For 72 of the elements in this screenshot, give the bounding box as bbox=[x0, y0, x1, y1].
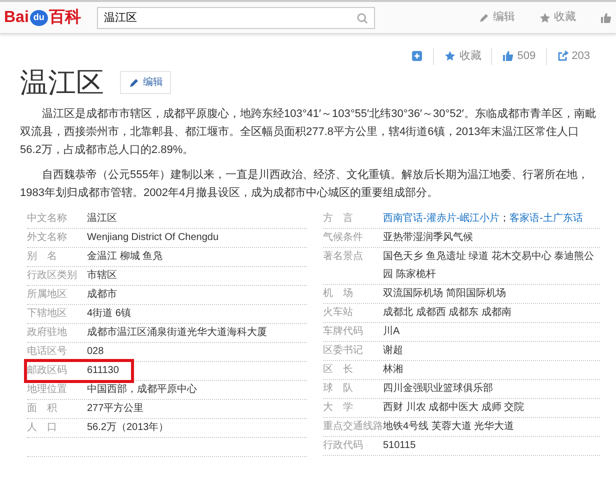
field-label: 行政区类别 bbox=[27, 268, 78, 282]
field-value: 川A bbox=[383, 326, 400, 336]
logo-text: 百科 bbox=[48, 8, 81, 28]
field-label: 面 积 bbox=[27, 402, 58, 416]
field-value: Wenjiang District Of Chengdu bbox=[87, 232, 219, 242]
plus-icon[interactable] bbox=[411, 50, 424, 62]
field-value: 4街道 6镇 bbox=[87, 308, 131, 318]
header-link[interactable]: 收藏 bbox=[539, 9, 576, 26]
field-label: 区 长 bbox=[323, 362, 354, 376]
dialect-link[interactable]: 客家语-土广东话 bbox=[510, 212, 584, 224]
field-label: 重点交通线路 bbox=[323, 420, 383, 434]
field-value: 277平方公里 bbox=[87, 402, 144, 414]
field-value: 028 bbox=[87, 346, 104, 356]
field-value: 西财 川农 成都中医大 成师 交院 bbox=[383, 402, 524, 412]
pencil-icon bbox=[128, 76, 140, 88]
field-value: 510115 bbox=[383, 440, 416, 450]
field-label: 球 队 bbox=[323, 382, 354, 396]
field-value: 中国西部，成都平原中心 bbox=[87, 384, 197, 394]
field-label: 人 口 bbox=[27, 420, 58, 434]
field-label: 地理位置 bbox=[27, 382, 68, 396]
field-label: 火车站 bbox=[323, 306, 354, 320]
field-label: 电话区号 bbox=[27, 344, 68, 358]
header-link[interactable]: 编辑 bbox=[478, 9, 515, 26]
field-value: 林湘 bbox=[383, 364, 403, 374]
field-value: ； bbox=[500, 212, 510, 224]
edit-button[interactable]: 编辑 bbox=[120, 71, 171, 94]
field-value: 56.2万（2013年） bbox=[87, 422, 169, 432]
field-value: 温江区 bbox=[87, 212, 117, 224]
paragraph: 自西魏恭帝（公元555年）建制以来，一直是川西政治、经济、文化重镇。解放后长期为温江地委、行署所在地，1983年划归成都市管辖。2002年4月撤县设区，成为成都市中心城区的重要组成部分。 bbox=[20, 168, 590, 200]
field-value: 国色天乡 鱼凫遗址 绿道 花木交易中心 泰迪熊公园 陈家桅杆 bbox=[383, 250, 594, 280]
star-icon bbox=[539, 12, 551, 24]
thumbs-up-icon bbox=[502, 50, 514, 62]
field-label: 外文名称 bbox=[27, 230, 68, 244]
page-title: 温江区 bbox=[20, 68, 104, 96]
field-label: 著名景点 bbox=[323, 250, 364, 264]
logo-text: Bai bbox=[4, 8, 29, 28]
field-value: 地铁4号线 芙蓉大道 光华大道 bbox=[383, 420, 514, 432]
field-label: 中文名称 bbox=[27, 212, 68, 226]
thumbs-up-icon[interactable] bbox=[600, 12, 612, 24]
field-label: 政府驻地 bbox=[27, 326, 68, 340]
field-label: 所属地区 bbox=[27, 288, 68, 302]
field-label: 车牌代码 bbox=[323, 324, 364, 338]
field-label: 气候条件 bbox=[323, 230, 364, 244]
dialect-link[interactable]: 西南官话-灌赤片-岷江小片 bbox=[383, 212, 500, 224]
field-value: 611130 bbox=[87, 364, 119, 376]
star-icon bbox=[444, 50, 456, 62]
paragraph: 温江区是成都市市辖区，成都平原腹心，地跨东经103°41′～103°55′北纬30°36′～30°52′。东临成都市青羊区，南毗双流县，西接崇州市，北靠郫县、都江堰市。全区幅员面积277.8平方公里，辖4街道6镇，2013年末温江区常住人口56.2万，占成都市总人口的2.89%。 bbox=[20, 106, 597, 158]
field-value: 成都市温江区涌泉街道光华大道海科大厦 bbox=[87, 326, 267, 338]
field-label: 方 言 bbox=[323, 212, 354, 226]
search-icon bbox=[356, 12, 368, 24]
field-value: 成都北 成都西 成都东 成都南 bbox=[383, 306, 512, 318]
action-link[interactable]: 509 bbox=[491, 48, 546, 64]
field-label: 机 场 bbox=[323, 286, 354, 300]
field-label: 大 学 bbox=[323, 400, 354, 414]
field-label: 行政代码 bbox=[323, 438, 364, 452]
logo-paw: du bbox=[30, 10, 48, 26]
field-value: 金温江 柳城 鱼凫 bbox=[87, 250, 163, 262]
field-label: 别 名 bbox=[27, 250, 58, 264]
field-value: 双流国际机场 简阳国际机场 bbox=[383, 288, 506, 298]
field-value: 谢超 bbox=[383, 344, 403, 356]
pencil-icon bbox=[478, 12, 490, 24]
field-value: 成都市 bbox=[87, 288, 117, 300]
field-label: 区委书记 bbox=[323, 344, 364, 358]
action-link[interactable]: 收藏 bbox=[433, 48, 492, 64]
search-field[interactable]: 温江区 bbox=[96, 6, 375, 28]
field-value: 四川金强职业篮球俱乐部 bbox=[383, 382, 493, 394]
field-value: 市辖区 bbox=[87, 270, 117, 280]
field-label: 下辖地区 bbox=[27, 306, 68, 320]
field-value: 亚热带湿润季风气候 bbox=[383, 232, 473, 242]
field-label: 邮政区码 bbox=[27, 364, 68, 378]
share-icon bbox=[556, 50, 569, 62]
action-link[interactable]: 203 bbox=[546, 48, 600, 64]
